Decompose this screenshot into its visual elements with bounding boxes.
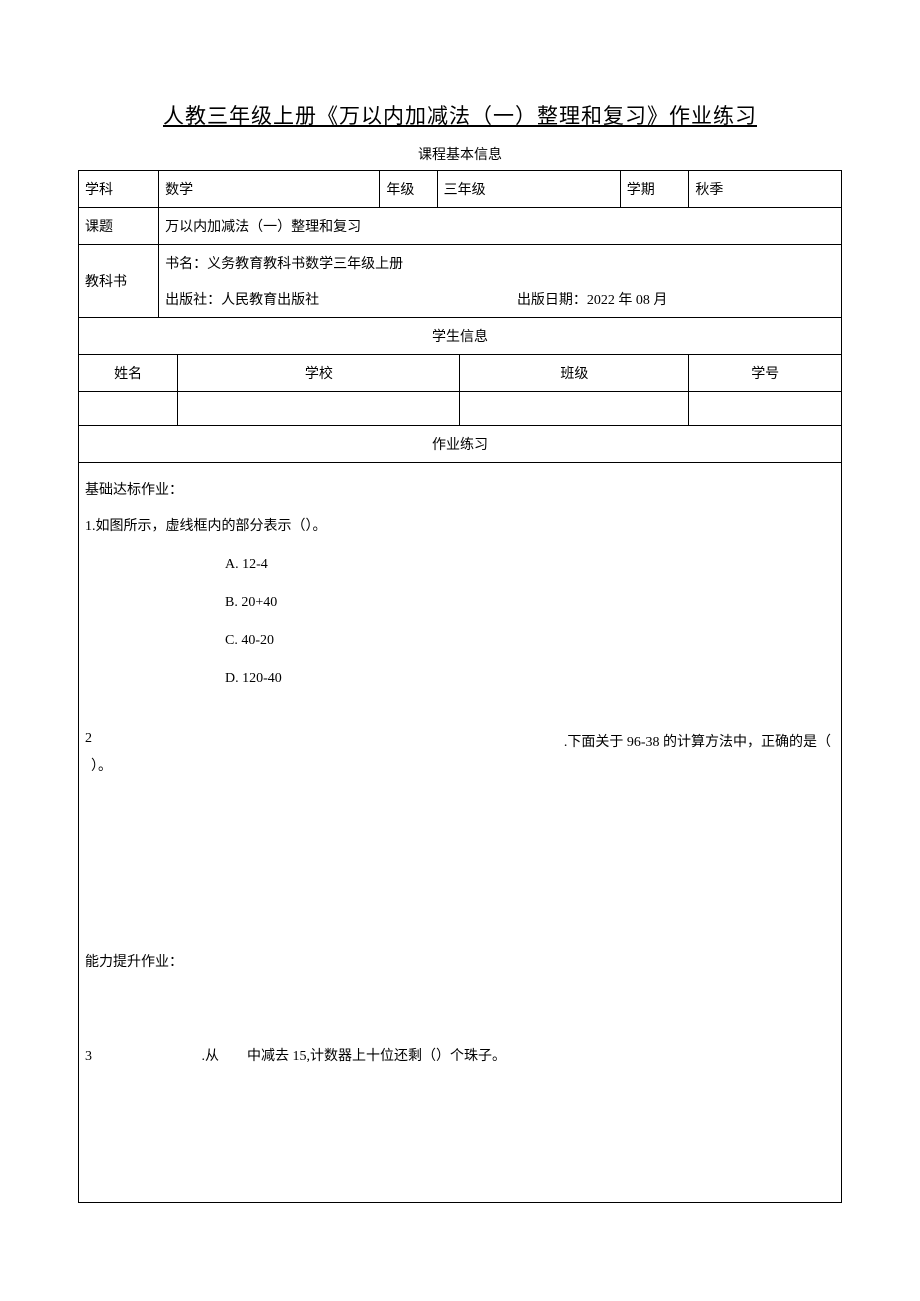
input-name[interactable] [79,392,178,426]
table-row: 学科 数学 年级 三年级 学期 秋季 [79,171,842,208]
value-pubdate: 出版日期：2022 年 08 月 [517,293,668,308]
label-term: 学期 [620,171,689,208]
spacer [85,985,835,1035]
spacer [85,775,835,945]
course-info-table: 学科 数学 年级 三年级 学期 秋季 课题 万以内加减法（一）整理和复习 教科书… [78,170,842,355]
q2-number: 2 [85,731,113,751]
label-topic: 课题 [79,208,159,245]
input-id[interactable] [689,392,842,426]
q1-stem: 1.如图所示，虚线框内的部分表示（）。 [85,513,835,541]
q1-option-b: B. 20+40 [225,589,835,617]
q1-options: A. 12-4 B. 20+40 C. 40-20 D. 120-40 [225,551,835,693]
q2-text: .下面关于 96-38 的计算方法中，正确的是（ [113,731,835,751]
page-title: 人教三年级上册《万以内加减法（一）整理和复习》作业练习 [78,100,842,130]
label-grade: 年级 [380,171,437,208]
table-row: 教科书 书名：义务教育教科书数学三年级上册 [79,245,842,282]
table-row: 作业练习 [79,426,842,463]
value-publisher: 出版社：人民教育出版社 [165,289,513,309]
header-class: 班级 [460,355,689,392]
q3-stem: 3 .从 中减去 15,计数器上十位还剩（）个珠子。 [85,1043,835,1071]
header-id: 学号 [689,355,842,392]
input-class[interactable] [460,392,689,426]
input-school[interactable] [178,392,460,426]
value-grade: 三年级 [437,171,620,208]
value-bookname: 书名：义务教育教科书数学三年级上册 [159,245,842,282]
table-row: 出版社：人民教育出版社 出版日期：2022 年 08 月 [79,281,842,318]
header-name: 姓名 [79,355,178,392]
label-textbook: 教科书 [79,245,159,318]
student-info-table: 姓名 学校 班级 学号 作业练习 基础达标作业： 1.如图所示，虚线框内的部分表… [78,355,842,1203]
table-row [79,392,842,426]
table-row: 姓名 学校 班级 学号 [79,355,842,392]
value-topic: 万以内加减法（一）整理和复习 [159,208,842,245]
q3-number: 3 [85,1043,97,1071]
header-school: 学校 [178,355,460,392]
q3-text: 中减去 15,计数器上十位还剩（）个珠子。 [247,1043,506,1071]
q2-tail: ）。 [85,755,835,775]
value-publisher-row: 出版社：人民教育出版社 出版日期：2022 年 08 月 [159,281,842,318]
q1-option-c: C. 40-20 [225,627,835,655]
value-term: 秋季 [689,171,842,208]
table-row: 课题 万以内加减法（一）整理和复习 [79,208,842,245]
value-subject: 数学 [159,171,380,208]
q3-from: .从 [97,1043,247,1071]
table-row: 基础达标作业： 1.如图所示，虚线框内的部分表示（）。 A. 12-4 B. 2… [79,463,842,1203]
label-subject: 学科 [79,171,159,208]
q2-stem: 2 .下面关于 96-38 的计算方法中，正确的是（ [85,731,835,751]
table-row: 学生信息 [79,318,842,355]
homework-header: 作业练习 [79,426,842,463]
q1-option-d: D. 120-40 [225,665,835,693]
ability-homework-label: 能力提升作业： [85,949,835,977]
student-info-header: 学生信息 [79,318,842,355]
homework-content: 基础达标作业： 1.如图所示，虚线框内的部分表示（）。 A. 12-4 B. 2… [79,463,842,1203]
course-info-header: 课程基本信息 [78,144,842,164]
basic-homework-label: 基础达标作业： [85,477,835,505]
q1-option-a: A. 12-4 [225,551,835,579]
